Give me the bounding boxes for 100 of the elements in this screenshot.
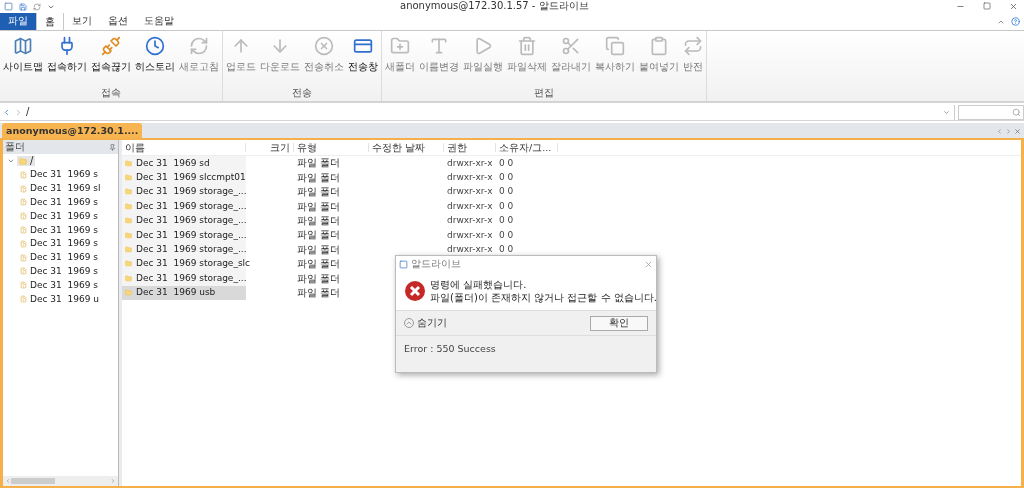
file-row[interactable]: Dec 31 1969 storage_... xyxy=(122,271,246,286)
unknown-file-icon xyxy=(20,295,27,304)
column-header[interactable]: 이름 xyxy=(122,142,246,153)
tree-item[interactable]: Dec 31 1969 s xyxy=(19,211,99,221)
scroll-left-icon[interactable] xyxy=(5,478,11,484)
tree-item[interactable]: Dec 31 1969 sl xyxy=(19,184,102,194)
table-cell-text: 파일 폴더 xyxy=(296,259,342,269)
close-tab-icon[interactable] xyxy=(1014,128,1021,135)
search-field[interactable] xyxy=(958,104,1024,120)
close-icon[interactable] xyxy=(1009,2,1018,11)
ribbon-button[interactable]: 접속끊기 xyxy=(90,33,132,72)
column-header[interactable]: 수정한 날짜 xyxy=(369,142,444,153)
table-cell-text: drwxr-xr-x xyxy=(446,173,494,183)
hide-details-button[interactable]: 숨기기 xyxy=(404,318,447,328)
unknown-file-icon xyxy=(20,239,27,248)
maximize-icon[interactable] xyxy=(983,2,991,10)
tree-item[interactable]: / xyxy=(17,156,36,166)
window-title: anonymous@172.30.1.57 - 알드라이브 xyxy=(400,1,589,11)
folder-icon xyxy=(125,216,132,226)
table-cell-text: 0 0 xyxy=(498,201,515,211)
ok-button[interactable]: 확인 xyxy=(590,315,648,331)
table-cell-text: 파일 폴더 xyxy=(296,187,342,197)
scroll-right-icon[interactable] xyxy=(110,478,116,484)
address-field[interactable]: / xyxy=(26,104,955,120)
ribbon-button[interactable]: 사이트맵 xyxy=(2,33,44,72)
close-icon[interactable] xyxy=(644,259,653,269)
table-cell-text: drwxr-xr-x xyxy=(446,158,494,168)
refresh-icon xyxy=(189,36,209,56)
table-cell-text: 0 0 xyxy=(498,173,515,183)
unknown-file-icon xyxy=(20,281,27,290)
tree-item[interactable]: Dec 31 1969 s xyxy=(19,239,99,249)
help-icon[interactable] xyxy=(1011,17,1020,26)
error-message: 명령에 실패했습니다. xyxy=(430,278,528,291)
table-cell-text: 0 0 xyxy=(498,245,515,255)
file-row[interactable]: Dec 31 1969 sd xyxy=(122,156,246,171)
error-detail: Error : 550 Success xyxy=(403,342,497,354)
column-header[interactable]: 소유자/그... xyxy=(496,142,558,153)
folder-icon xyxy=(125,288,132,298)
tree-item[interactable]: Dec 31 1969 s xyxy=(19,170,99,180)
save-icon[interactable] xyxy=(19,2,27,11)
unplug-icon xyxy=(101,36,121,56)
tree-item[interactable]: Dec 31 1969 u xyxy=(19,294,100,304)
swap-icon xyxy=(683,36,703,56)
column-header[interactable]: 크기 xyxy=(246,142,294,153)
table-cell-text: drwxr-xr-x xyxy=(446,230,494,240)
tree-item[interactable]: Dec 31 1969 s xyxy=(19,198,99,207)
dialog-title: 알드라이브 xyxy=(411,259,461,269)
dropdown-icon[interactable] xyxy=(943,108,950,116)
ribbon-button[interactable]: 히스토리 xyxy=(134,33,176,72)
folder-icon xyxy=(125,201,132,211)
forward-icon[interactable] xyxy=(14,107,23,117)
table-cell-text: 0 0 xyxy=(498,216,515,226)
table-cell-text: 파일 폴더 xyxy=(296,287,342,298)
expand-icon[interactable] xyxy=(7,157,15,165)
ribbon-tab[interactable]: 보기 xyxy=(64,12,100,30)
unknown-file-icon xyxy=(20,212,27,221)
clipboard-icon xyxy=(649,36,669,56)
ribbon-button[interactable]: 접속하기 xyxy=(46,33,88,72)
cancel-icon xyxy=(314,36,334,56)
folder-icon xyxy=(125,273,132,283)
table-cell-text: 파일 폴더 xyxy=(296,158,342,168)
ribbon-tab[interactable]: 도움말 xyxy=(136,12,182,30)
tree-item[interactable]: Dec 31 1969 s xyxy=(19,253,99,263)
column-header[interactable]: 유형 xyxy=(294,142,369,153)
refresh-icon[interactable] xyxy=(33,2,41,11)
unknown-file-icon xyxy=(20,170,27,179)
session-tab[interactable]: anonymous@172.30.1.... xyxy=(2,123,143,138)
tree-item[interactable]: Dec 31 1969 s xyxy=(19,225,99,235)
file-row[interactable]: Dec 31 1969 slccmpt01 xyxy=(122,170,246,185)
column-header[interactable]: 권한 xyxy=(444,142,496,153)
ribbon-button[interactable]: 전송창 xyxy=(347,33,379,72)
pane-title: 폴더 xyxy=(5,142,25,152)
play-icon xyxy=(473,36,493,56)
error-icon xyxy=(405,281,425,301)
error-message: 파일(폴더)이 존재하지 않거나 접근할 수 없습니다. xyxy=(430,291,657,304)
back-icon[interactable] xyxy=(2,107,11,117)
scrollbar-thumb[interactable] xyxy=(11,478,55,484)
ribbon-group-label: 편집 xyxy=(533,88,555,98)
tree-item[interactable]: Dec 31 1969 s xyxy=(19,280,99,290)
table-cell-text: 0 0 xyxy=(498,187,515,197)
search-icon[interactable] xyxy=(1012,107,1021,117)
unknown-file-icon xyxy=(20,267,27,276)
pin-icon[interactable] xyxy=(109,143,116,151)
tree-item[interactable]: Dec 31 1969 s xyxy=(19,266,99,276)
table-cell-text: 0 0 xyxy=(498,230,515,240)
scroll-left-icon[interactable] xyxy=(996,128,1003,135)
table-cell-text: 파일 폴더 xyxy=(296,201,342,212)
folder-plus-icon xyxy=(390,36,410,56)
table-cell-text: 0 0 xyxy=(498,158,515,168)
table-cell-text: drwxr-xr-x xyxy=(446,216,494,226)
file-row[interactable]: Dec 31 1969 storage_... xyxy=(122,242,246,257)
ribbon-tab[interactable]: 옵션 xyxy=(100,12,136,30)
scroll-right-icon[interactable] xyxy=(1005,128,1012,135)
table-cell-text: drwxr-xr-x xyxy=(446,201,494,211)
unknown-file-icon xyxy=(20,198,27,207)
table-cell-text: drwxr-xr-x xyxy=(446,245,494,255)
folder-icon xyxy=(125,173,132,183)
trash-icon xyxy=(517,36,537,56)
file-row[interactable]: Dec 31 1969 storage_... xyxy=(122,199,246,214)
table-cell-text: 파일 폴더 xyxy=(296,244,342,255)
